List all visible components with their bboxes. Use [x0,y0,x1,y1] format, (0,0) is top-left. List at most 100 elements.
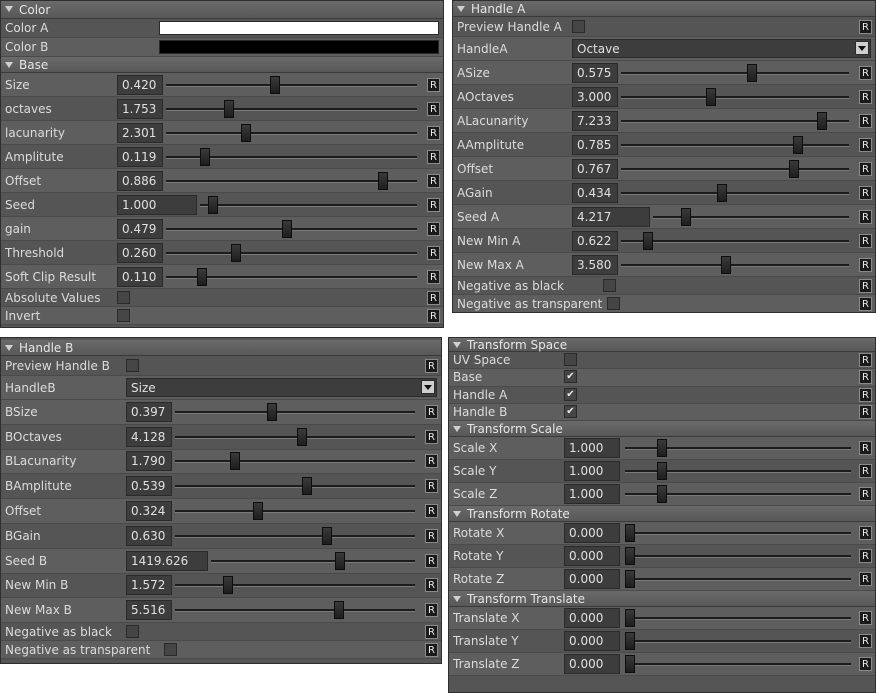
collapse-triangle-icon[interactable] [453,511,461,518]
translate-y-slider-track[interactable] [625,640,851,644]
rotate-x-slider-track[interactable] [625,532,851,536]
amplitute-value-field[interactable]: 0.119 [117,146,163,167]
collapse-triangle-icon[interactable] [5,345,13,351]
new-max-a-slider-thumb[interactable] [721,255,732,274]
offset-value-field[interactable]: 0.886 [117,170,163,191]
scale-x-value-field[interactable]: 1.000 [564,438,620,459]
rotate-z-slider-thumb[interactable] [625,570,635,589]
new-max-b-slider-track[interactable] [175,609,415,613]
new-min-a-value-field[interactable]: 0.622 [572,230,618,251]
seed-b-slider-thumb[interactable] [335,551,346,570]
asize-slider-track[interactable] [621,71,849,75]
new-min-a-slider-thumb[interactable] [642,231,653,250]
new-min-b-slider-thumb[interactable] [223,576,234,595]
scale-z-slider-thumb[interactable] [657,485,668,504]
negative-as-transparent-checkbox[interactable] [607,296,620,310]
alacunarity-slider-thumb[interactable] [817,111,828,130]
rotate-z-slider-track[interactable] [625,578,851,582]
reset-button[interactable]: R [425,479,438,494]
offset-slider-thumb[interactable] [788,159,799,178]
scale-y-slider-thumb[interactable] [657,462,668,481]
threshold-slider-track[interactable] [166,251,417,255]
seed-a-value-field[interactable]: 4.217 [572,206,650,227]
aamplitute-slider-track[interactable] [621,143,849,147]
bsize-slider-track[interactable] [175,410,415,414]
reset-button[interactable]: R [859,572,872,587]
reset-button[interactable]: R [427,101,440,116]
rotate-z-value-field[interactable]: 0.000 [564,569,620,590]
offset-slider-thumb[interactable] [378,171,389,190]
handle-a-checkbox[interactable]: ✔ [564,387,577,401]
section-base-header[interactable]: Base [1,57,443,73]
reset-button[interactable]: R [859,441,872,456]
aamplitute-value-field[interactable]: 0.785 [572,134,618,155]
color-a-swatch[interactable] [159,21,439,35]
new-min-b-slider-track[interactable] [175,584,415,588]
reset-button[interactable]: R [859,549,872,564]
bamplitute-value-field[interactable]: 0.539 [126,476,172,497]
bamplitute-slider-thumb[interactable] [301,477,312,496]
scale-y-value-field[interactable]: 1.000 [564,461,620,482]
blacunarity-slider-track[interactable] [175,460,415,464]
base-checkbox[interactable]: ✔ [564,370,577,384]
lacunarity-slider-track[interactable] [166,131,417,135]
again-value-field[interactable]: 0.434 [572,182,618,203]
collapse-triangle-icon[interactable] [5,62,13,68]
soft-clip-result-value-field[interactable]: 0.110 [117,266,163,287]
reset-button[interactable]: R [425,528,438,543]
translate-x-value-field[interactable]: 0.000 [564,608,620,629]
absolute-values-checkbox[interactable] [117,290,130,304]
reset-button[interactable]: R [427,269,440,284]
boctaves-value-field[interactable]: 4.128 [126,426,172,447]
reset-button[interactable]: R [859,161,872,176]
translate-y-value-field[interactable]: 0.000 [564,631,620,652]
reset-button[interactable]: R [427,221,440,236]
translate-y-slider-thumb[interactable] [625,632,635,651]
negative-as-black-checkbox[interactable] [603,278,616,292]
gain-value-field[interactable]: 0.479 [117,218,163,239]
new-max-b-slider-thumb[interactable] [333,601,344,620]
dropdown-arrow-icon[interactable] [421,380,435,394]
section-transform-scale-header[interactable]: Transform Scale [449,421,875,438]
translate-z-slider-track[interactable] [625,663,851,667]
scale-x-slider-thumb[interactable] [657,439,668,458]
reset-button[interactable]: R [859,113,872,128]
reset-button[interactable]: R [425,404,438,419]
reset-button[interactable]: R [859,65,872,80]
reset-button[interactable]: R [427,77,440,92]
offset-value-field[interactable]: 0.767 [572,158,618,179]
reset-button[interactable]: R [859,233,872,248]
boctaves-slider-thumb[interactable] [296,427,307,446]
threshold-value-field[interactable]: 0.260 [117,242,163,263]
section-handle-a-header[interactable]: Handle A [453,1,875,17]
again-slider-thumb[interactable] [716,183,727,202]
offset-value-field[interactable]: 0.324 [126,501,172,522]
translate-x-slider-track[interactable] [625,617,851,621]
color-b-swatch[interactable] [159,40,439,54]
reset-button[interactable]: R [859,185,872,200]
dropdown-arrow-icon[interactable] [855,41,869,55]
seed-b-slider-track[interactable] [211,559,415,563]
bgain-slider-thumb[interactable] [322,526,333,545]
lacunarity-value-field[interactable]: 2.301 [117,122,163,143]
seed-a-slider-thumb[interactable] [680,207,691,226]
reset-button[interactable]: R [859,353,872,368]
section-transform-rotate-header[interactable]: Transform Rotate [449,506,875,523]
reset-button[interactable]: R [859,19,872,34]
reset-button[interactable]: R [859,611,872,626]
reset-button[interactable]: R [859,296,872,311]
translate-x-slider-thumb[interactable] [625,609,635,628]
seed-slider-thumb[interactable] [208,195,219,214]
reset-button[interactable]: R [859,137,872,152]
reset-button[interactable]: R [859,657,872,672]
boctaves-slider-track[interactable] [175,435,415,439]
reset-button[interactable]: R [859,634,872,649]
negative-as-black-checkbox[interactable] [126,624,139,638]
handle-b-mode-dropdown[interactable]: Size [126,378,437,397]
invert-checkbox[interactable] [117,308,130,322]
reset-button[interactable]: R [859,526,872,541]
aoctaves-value-field[interactable]: 3.000 [572,86,618,107]
reset-button[interactable]: R [427,290,440,305]
reset-button[interactable]: R [427,125,440,140]
reset-button[interactable]: R [859,464,872,479]
